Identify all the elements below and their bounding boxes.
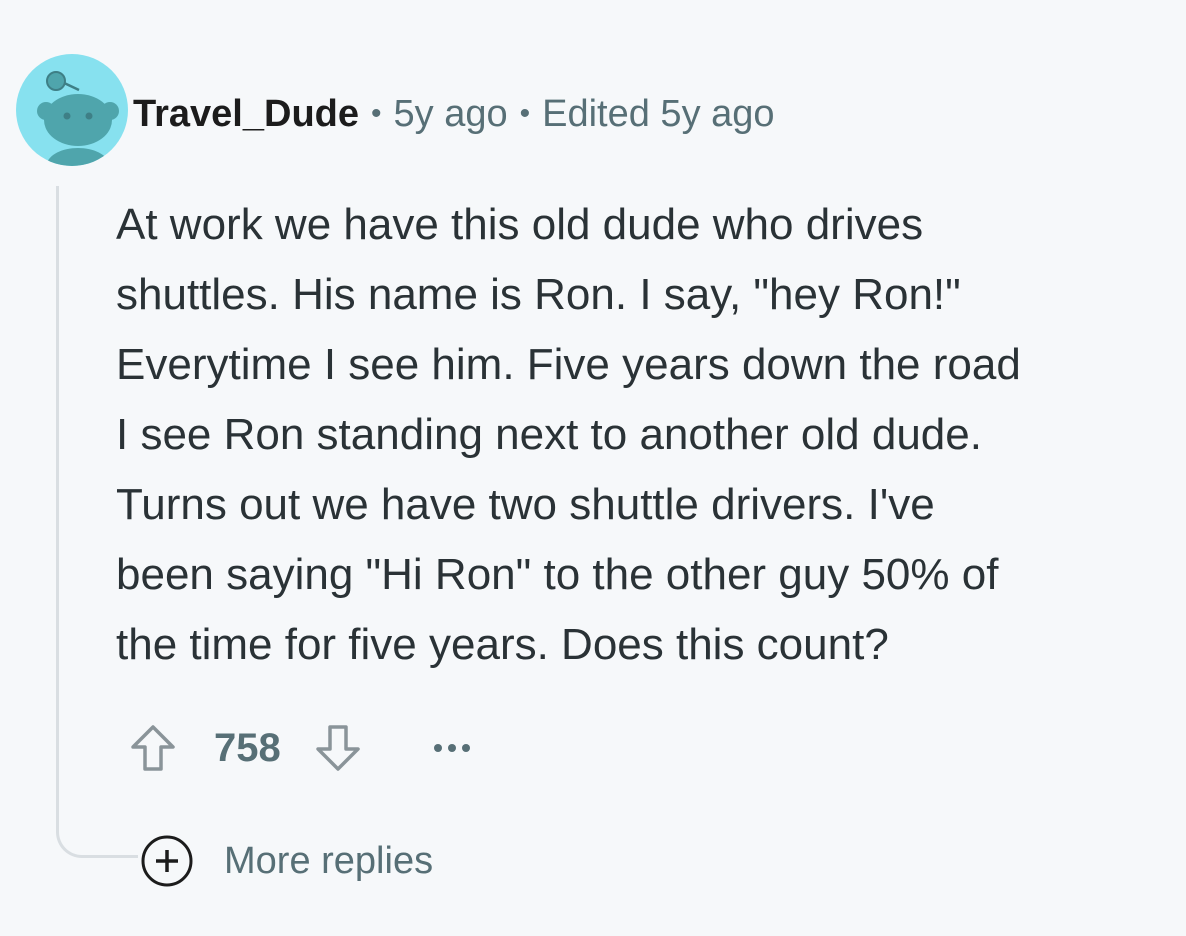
downvote-button[interactable] bbox=[311, 721, 365, 775]
edited-label: Edited 5y ago bbox=[542, 92, 775, 135]
comment-actions: 758 bbox=[126, 718, 479, 778]
comment-age[interactable]: 5y ago bbox=[394, 93, 508, 136]
comment-body-line: shuttles. His name is Ron. I say, "hey R… bbox=[116, 270, 961, 319]
comment-body-line: I see Ron standing next to another old d… bbox=[116, 410, 982, 459]
author-username[interactable]: Travel_Dude bbox=[133, 93, 359, 136]
more-replies-label: More replies bbox=[224, 839, 434, 882]
comment-body-line: Turns out we have two shuttle drivers. I… bbox=[116, 480, 935, 529]
separator-dot: • bbox=[371, 97, 382, 130]
more-options-button[interactable] bbox=[425, 721, 479, 775]
comment-body-line: the time for five years. Does this count… bbox=[116, 620, 889, 669]
arrow-up-outline-icon bbox=[131, 725, 175, 771]
plus-circle-icon bbox=[138, 832, 196, 890]
separator-dot: • bbox=[519, 97, 531, 130]
comment-body: At work we have this old dude who drives… bbox=[116, 190, 1176, 680]
upvote-button[interactable] bbox=[126, 721, 180, 775]
vote-score: 758 bbox=[214, 725, 281, 770]
comment-body-line: At work we have this old dude who drives bbox=[116, 200, 924, 249]
arrow-down-outline-icon bbox=[316, 725, 360, 771]
user-avatar-icon[interactable] bbox=[16, 54, 128, 166]
comment: Travel_Dude • 5y ago • Edited 5y ago At … bbox=[0, 0, 1186, 936]
comment-header: Travel_Dude • 5y ago • Edited 5y ago bbox=[133, 86, 775, 142]
comment-body-line: Everytime I see him. Five years down the… bbox=[116, 340, 1021, 389]
more-replies-button[interactable]: More replies bbox=[138, 830, 433, 892]
ellipsis-icon bbox=[433, 744, 470, 752]
comment-body-line: been saying "Hi Ron" to the other guy 50… bbox=[116, 550, 999, 599]
